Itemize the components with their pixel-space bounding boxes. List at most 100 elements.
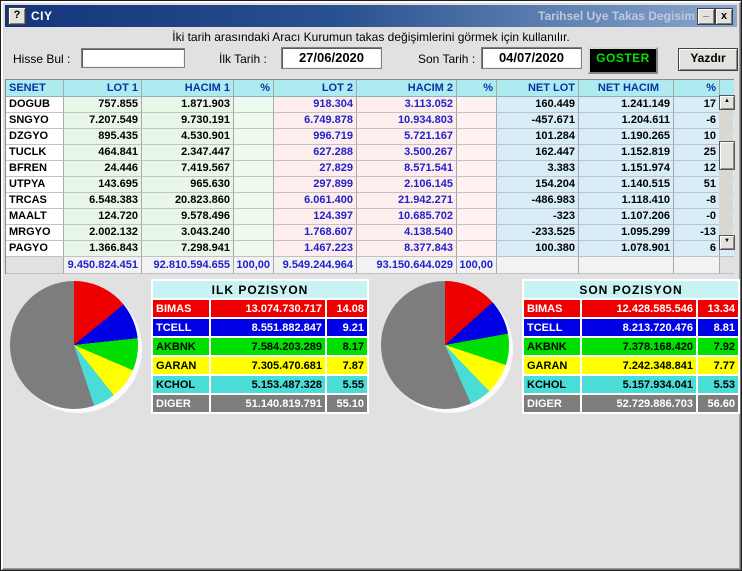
hisse-bul-label: Hisse Bul : (13, 52, 71, 66)
column-header-%[interactable]: % (234, 80, 274, 97)
table-cell: 10.685.702 (357, 209, 457, 225)
table-cell (457, 209, 497, 225)
table-cell: 918.304 (274, 97, 357, 113)
close-button[interactable]: x (715, 8, 733, 25)
position-value: 7.305.470.681 (211, 357, 325, 374)
position-symbol: BIMAS (153, 300, 209, 317)
goster-button[interactable]: GOSTER (588, 47, 658, 74)
table-cell: 297.899 (274, 177, 357, 193)
position-row: TCELL 8.551.882.847 9.21 (153, 319, 367, 336)
table-cell: TUCLK (6, 145, 64, 161)
table-cell: 51 (674, 177, 720, 193)
table-cell: -457.671 (497, 113, 579, 129)
table-header-row[interactable]: SENET LOT 1 HACIM 1% LOT 2 HACIM 2% NET LOT NE… (6, 80, 734, 97)
table-cell (234, 113, 274, 129)
table-cell: 895.435 (64, 129, 142, 145)
position-value: 51.140.819.791 (211, 395, 325, 412)
table-cell (457, 161, 497, 177)
table-cell: 24.446 (64, 161, 142, 177)
table-row[interactable]: TRCAS 6.548.383 20.823.860 6.061.400 21.942.… (6, 193, 734, 209)
table-cell: 124.397 (274, 209, 357, 225)
column-header-%[interactable]: % (457, 80, 497, 97)
position-value: 7.584.203.289 (211, 338, 325, 355)
table-cell: 6.061.400 (274, 193, 357, 209)
column-header-hacim-1[interactable]: HACIM 1 (142, 80, 234, 97)
position-symbol: KCHOL (524, 376, 580, 393)
scroll-down-icon[interactable]: ▼ (719, 235, 735, 250)
table-cell: 8.571.541 (357, 161, 457, 177)
scroll-up-icon[interactable]: ▲ (719, 95, 735, 110)
ilk-tarih-field[interactable]: 27/06/2020 (281, 47, 382, 69)
son-pozisyon-table: SON POZISYON BIMAS 12.428.585.546 13.34 TCE… (522, 279, 740, 414)
table-row[interactable]: MAALT 124.720 9.578.496 124.397 10.685.702 -3… (6, 209, 734, 225)
position-percent: 5.53 (698, 376, 738, 393)
column-header-net-lot[interactable]: NET LOT (497, 80, 579, 97)
table-cell: 5.721.167 (357, 129, 457, 145)
scroll-thumb[interactable] (719, 141, 735, 170)
table-cell: 627.288 (274, 145, 357, 161)
table-cell (234, 161, 274, 177)
table-cell (234, 177, 274, 193)
ilk-pozisyon-pie-chart (10, 281, 138, 409)
table-cell: 4.138.540 (357, 225, 457, 241)
table-cell: 1.151.974 (579, 161, 674, 177)
table-row[interactable]: DZGYO 895.435 4.530.901 996.719 5.721.167 101… (6, 129, 734, 145)
position-percent: 13.34 (698, 300, 738, 317)
position-percent: 9.21 (327, 319, 367, 336)
position-symbol: KCHOL (153, 376, 209, 393)
totals-cell (6, 257, 64, 274)
table-cell: 3.113.052 (357, 97, 457, 113)
table-cell (457, 241, 497, 257)
table-row[interactable]: PAGYO 1.366.843 7.298.941 1.467.223 8.377.84… (6, 241, 734, 257)
table-cell (457, 129, 497, 145)
table-cell: 17 (674, 97, 720, 113)
table-cell: 10 (674, 129, 720, 145)
ilk-pozisyon-title: ILK POZISYON (153, 281, 367, 298)
table-cell (234, 97, 274, 113)
totals-cell: 93.150.644.029 (357, 257, 457, 274)
column-header-senet[interactable]: SENET (6, 80, 64, 97)
table-vscrollbar[interactable]: ▲ ▼ (719, 95, 735, 250)
table-cell: 1.241.149 (579, 97, 674, 113)
table-cell: -233.525 (497, 225, 579, 241)
column-header-%[interactable]: % (674, 80, 720, 97)
position-row: KCHOL 5.153.487.328 5.55 (153, 376, 367, 393)
table-cell: 4.530.901 (142, 129, 234, 145)
yazdir-button[interactable]: Yazdır (678, 48, 738, 71)
table-cell: MRGYO (6, 225, 64, 241)
position-row: KCHOL 5.157.934.041 5.53 (524, 376, 738, 393)
table-row[interactable]: BFREN 24.446 7.419.567 27.829 8.571.541 3.383… (6, 161, 734, 177)
position-row: GARAN 7.242.348.841 7.77 (524, 357, 738, 374)
column-header-net-hacim[interactable]: NET HACIM (579, 80, 674, 97)
table-row[interactable]: UTPYA 143.695 965.630 297.899 2.106.145 154.2… (6, 177, 734, 193)
column-header-lot-2[interactable]: LOT 2 (274, 80, 357, 97)
table-row[interactable]: MRGYO 2.002.132 3.043.240 1.768.607 4.138.54… (6, 225, 734, 241)
table-row[interactable]: TUCLK 464.841 2.347.447 627.288 3.500.267 162… (6, 145, 734, 161)
table-cell: 1.190.265 (579, 129, 674, 145)
table-cell (234, 129, 274, 145)
table-cell: 143.695 (64, 177, 142, 193)
table-cell (234, 193, 274, 209)
window-subtitle-text: Tarihsel Uye Takas Degisim (538, 9, 695, 23)
son-pozisyon-title: SON POZISYON (524, 281, 738, 298)
son-tarih-field[interactable]: 04/07/2020 (481, 47, 582, 69)
column-header-hacim-2[interactable]: HACIM 2 (357, 80, 457, 97)
position-row: TCELL 8.213.720.476 8.81 (524, 319, 738, 336)
position-row: AKBNK 7.378.168.420 7.92 (524, 338, 738, 355)
position-value: 5.157.934.041 (582, 376, 696, 393)
table-cell: 757.855 (64, 97, 142, 113)
position-percent: 56.60 (698, 395, 738, 412)
table-cell (457, 177, 497, 193)
position-percent: 5.55 (327, 376, 367, 393)
table-cell: 996.719 (274, 129, 357, 145)
hisse-bul-input[interactable] (81, 48, 185, 68)
table-row[interactable]: SNGYO 7.207.549 9.730.191 6.749.878 10.934.8… (6, 113, 734, 129)
help-icon[interactable]: ? (8, 7, 26, 25)
table-cell (457, 113, 497, 129)
minimize-button[interactable]: _ (697, 8, 715, 25)
column-header-lot-1[interactable]: LOT 1 (64, 80, 142, 97)
totals-cell (579, 257, 674, 274)
table-cell: 1.204.611 (579, 113, 674, 129)
table-row[interactable]: DOGUB 757.855 1.871.903 918.304 3.113.052 160… (6, 97, 734, 113)
table-cell: -0 (674, 209, 720, 225)
